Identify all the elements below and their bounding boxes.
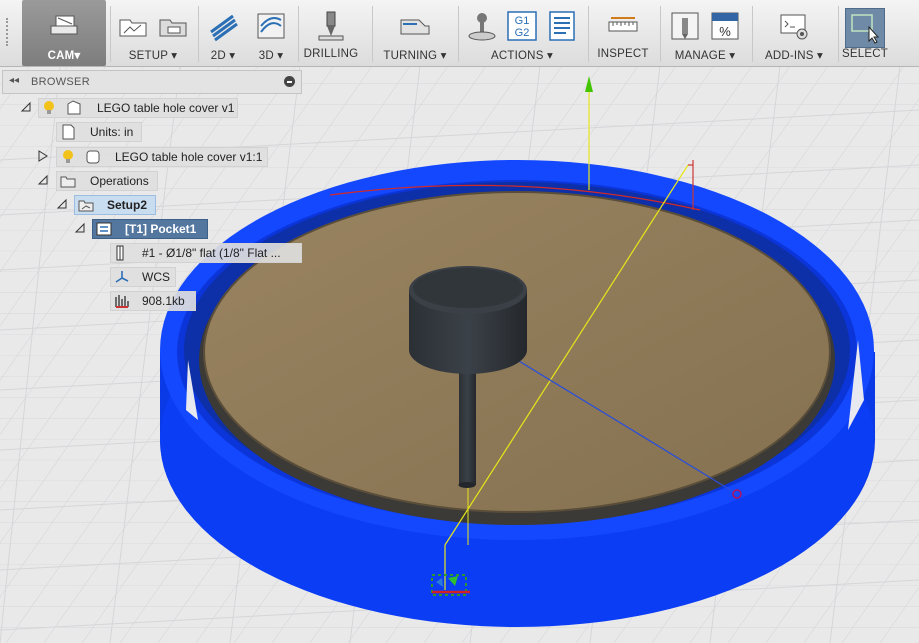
tree-node-label: #1 - Ø1/8" flat (1/8" Flat ... xyxy=(142,246,281,260)
new-setup-icon xyxy=(119,19,147,37)
browser-panel-header[interactable]: ◂◂ BROWSER xyxy=(2,70,302,94)
2d-pocket-icon xyxy=(210,14,238,42)
tool-icon xyxy=(116,245,124,261)
toolbar-divider xyxy=(588,6,589,62)
toolpath-size-icon xyxy=(115,295,129,308)
svg-text:G1: G1 xyxy=(515,15,530,27)
tree-node-wcs[interactable]: WCS xyxy=(0,267,300,287)
post-process-g1g2-icon: G1 G2 xyxy=(507,11,537,41)
workspace-switcher-cam[interactable]: CAM▾ xyxy=(22,0,106,66)
expand-triangle-icon[interactable] xyxy=(37,150,49,162)
tree-node-units[interactable]: Units: in xyxy=(0,122,300,142)
svg-text:%: % xyxy=(719,24,731,39)
browser-title: BROWSER xyxy=(31,76,90,88)
tree-node-toolpath[interactable]: 908.1kb xyxy=(0,291,300,311)
toolbar-divider xyxy=(298,6,299,62)
units-doc-icon xyxy=(62,124,75,140)
2d-menu[interactable]: 2D ▾ xyxy=(200,0,246,66)
cam-workspace-icon xyxy=(50,15,78,35)
expand-triangle-icon[interactable] xyxy=(20,101,32,113)
tree-node-label: Setup2 xyxy=(107,198,148,212)
select-menu-label: SELECT xyxy=(842,48,888,60)
turning-icon xyxy=(400,19,430,35)
setup-menu[interactable]: SETUP ▾ xyxy=(112,0,194,66)
3d-menu-label: 3D ▾ xyxy=(258,50,284,62)
3d-menu[interactable]: 3D ▾ xyxy=(248,0,294,66)
tree-node-label: Operations xyxy=(90,174,149,188)
drill-icon xyxy=(318,11,344,41)
3d-adaptive-icon xyxy=(257,13,285,39)
wcs-axes-icon xyxy=(115,271,129,283)
measure-icon xyxy=(608,17,638,32)
manage-menu[interactable]: % MANAGE ▾ xyxy=(662,0,748,66)
minimize-panel-icon[interactable] xyxy=(284,76,295,87)
turning-menu[interactable]: TURNING ▾ xyxy=(374,0,456,66)
tree-node-label: [T1] Pocket1 xyxy=(125,222,197,236)
scripts-addins-icon xyxy=(780,14,808,40)
actions-menu-label: ACTIONS ▾ xyxy=(491,50,553,62)
cam-toolbar: CAM▾ SETUP ▾ 2D ▾ 3D ▾ DRILLING TURNING … xyxy=(0,0,919,67)
drilling-menu-label: DRILLING xyxy=(303,48,359,60)
component-icon xyxy=(86,150,100,164)
toolbar-divider xyxy=(110,6,111,62)
svg-text:G2: G2 xyxy=(515,27,530,39)
tree-node-component[interactable]: LEGO table hole cover v1:1 xyxy=(0,147,300,167)
actions-menu[interactable]: G1 G2 ACTIONS ▾ xyxy=(460,0,584,66)
toolbar-divider xyxy=(752,6,753,62)
collapse-panel-icon[interactable]: ◂◂ xyxy=(9,75,19,86)
setup-folder-icon xyxy=(159,19,187,37)
document-icon xyxy=(67,100,81,115)
simulate-icon xyxy=(468,13,496,41)
inspect-menu-label: INSPECT xyxy=(597,48,649,60)
tree-node-document[interactable]: LEGO table hole cover v1 xyxy=(0,98,300,118)
tree-node-operation[interactable]: [T1] Pocket1 xyxy=(0,219,300,239)
add-ins-menu-label: ADD-INS ▾ xyxy=(764,50,824,62)
folder-icon xyxy=(60,176,76,188)
2d-menu-label: 2D ▾ xyxy=(210,50,236,62)
tree-node-tool[interactable]: #1 - Ø1/8" flat (1/8" Flat ... xyxy=(0,243,302,263)
drilling-menu[interactable]: DRILLING xyxy=(300,0,362,66)
pocket-op-icon xyxy=(96,222,112,236)
post-library-icon: % xyxy=(711,12,739,40)
tree-node-label: Units: in xyxy=(90,125,134,139)
toolbar-divider xyxy=(198,6,199,62)
tool-library-icon xyxy=(671,12,699,40)
tree-node-label: LEGO table hole cover v1:1 xyxy=(115,150,263,164)
tree-node-operations[interactable]: Operations xyxy=(0,171,300,191)
tree-node-label: WCS xyxy=(142,270,170,284)
workspace-label: CAM▾ xyxy=(47,50,81,62)
setup-menu-label: SETUP ▾ xyxy=(128,50,178,62)
inspect-menu[interactable]: INSPECT xyxy=(590,0,656,66)
tree-node-label: LEGO table hole cover v1 xyxy=(97,101,235,115)
toolbar-divider xyxy=(660,6,661,62)
turning-menu-label: TURNING ▾ xyxy=(383,50,447,62)
setup-folder-icon xyxy=(78,200,94,212)
3d-viewport[interactable] xyxy=(0,0,919,643)
visibility-bulb-icon[interactable] xyxy=(60,149,76,165)
expand-triangle-icon[interactable] xyxy=(74,222,86,234)
tree-node-label: 908.1kb xyxy=(142,294,185,308)
select-menu[interactable]: SELECT xyxy=(840,0,890,66)
setup-sheet-icon xyxy=(549,11,575,41)
toolbar-divider xyxy=(372,6,373,62)
toolbar-divider xyxy=(458,6,459,62)
select-cursor-icon xyxy=(845,8,885,48)
toolbar-divider xyxy=(838,6,839,62)
add-ins-menu[interactable]: ADD-INS ▾ xyxy=(754,0,834,66)
expand-triangle-icon[interactable] xyxy=(56,198,68,210)
expand-triangle-icon[interactable] xyxy=(37,174,49,186)
tree-node-setup[interactable]: Setup2 xyxy=(0,195,300,215)
visibility-bulb-icon[interactable] xyxy=(41,100,57,116)
toolbar-grip-handle[interactable] xyxy=(6,18,12,46)
manage-menu-label: MANAGE ▾ xyxy=(674,50,736,62)
